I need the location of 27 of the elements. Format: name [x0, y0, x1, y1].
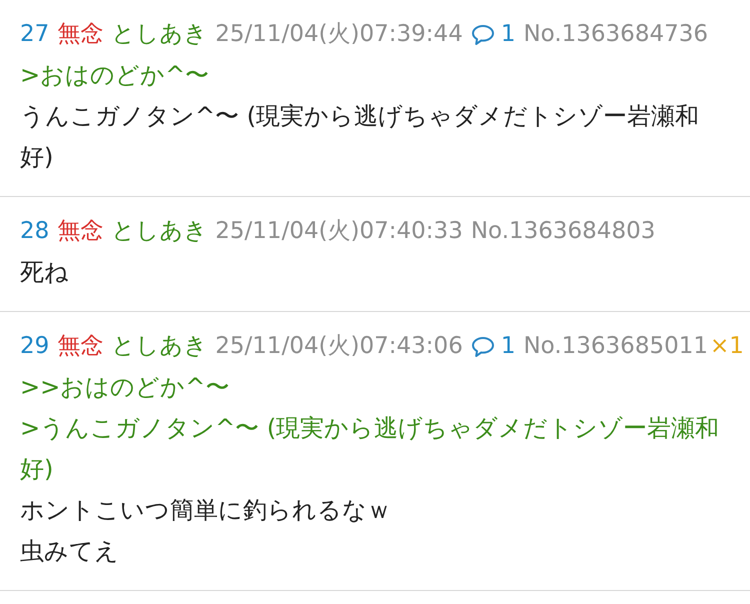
poster-name: 無念 [57, 217, 104, 246]
like-count: ×1 [710, 333, 744, 359]
poster-name: 無念 [57, 332, 104, 361]
post-text: >うんこガノタン^〜 (現実から逃げちゃダメだトシゾー岩瀬和好) [20, 413, 720, 485]
poster-handle: としあき [111, 217, 208, 246]
poster-name: 無念 [57, 20, 104, 49]
post-id: No.1363684736 [523, 20, 708, 49]
post-date: 25/11/04(火)07:43:06 [215, 332, 463, 361]
reply-count[interactable]: 1 [500, 326, 516, 367]
poster-handle: としあき [111, 332, 208, 361]
post-text: 死ね [20, 257, 70, 288]
speech-bubble-icon [470, 336, 495, 358]
post-text: >おはのどか^〜 [20, 60, 210, 91]
post-number: 28 [20, 217, 50, 246]
post-date: 25/11/04(火)07:40:33 [215, 217, 463, 246]
poster-handle: としあき [111, 20, 208, 49]
post-date: 25/11/04(火)07:39:44 [215, 20, 463, 49]
post-text: >>おはのどか^〜 [20, 372, 230, 403]
post-id: No.1363685011×1 [523, 332, 744, 361]
post-text: うんこガノタン^〜 (現実から逃げちゃダメだトシゾー岩瀬和好) [20, 101, 700, 173]
post-id: No.1363684803 [470, 217, 656, 246]
post-text: ホントこいつ簡単に釣られるなｗ [20, 495, 392, 526]
speech-bubble-icon [470, 24, 495, 46]
post-number: 27 [20, 20, 50, 49]
post-number: 29 [20, 332, 50, 361]
reply-count[interactable]: 1 [500, 14, 516, 55]
post-text: 虫みてえ [20, 536, 120, 567]
